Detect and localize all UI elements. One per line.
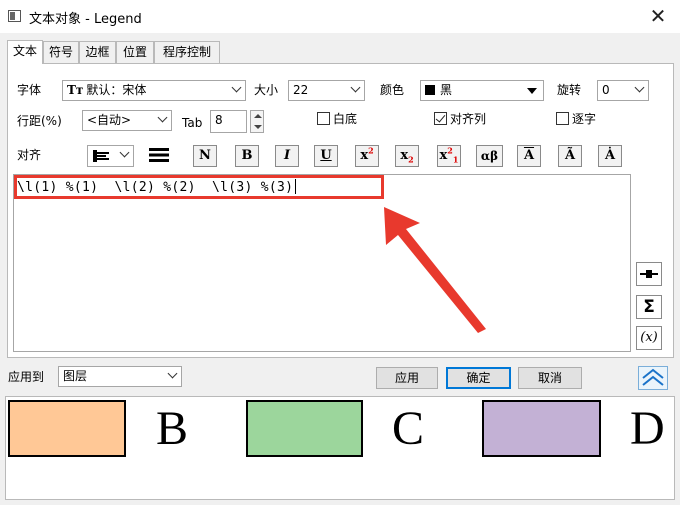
line-symbol-icon [640,270,658,278]
x-glyph: x [400,148,409,163]
chevron-down-icon [231,82,242,93]
window-title: 文本对象 - Legend [29,12,142,27]
underline-button[interactable]: U [314,145,338,167]
arrow-down-icon[interactable] [254,125,262,129]
close-button[interactable]: ✕ [642,2,674,30]
size-value: 22 [293,83,309,97]
tab-stop-value: 8 [215,113,223,127]
tab-programming[interactable]: 程序控制 [154,41,220,63]
checkbox-box[interactable] [556,112,569,125]
highlight-box [14,175,384,199]
lines-icon [149,148,169,162]
checkbox-box[interactable] [434,112,447,125]
tab-position[interactable]: 位置 [116,41,154,63]
line-spacing-value: <自动> [87,113,132,127]
font-value: 默认：宋体 [86,83,147,97]
size-select[interactable]: 22 [288,80,365,101]
collapse-button[interactable] [638,366,668,390]
tab-text[interactable]: 文本 [7,40,43,64]
text-editor[interactable]: \l(1) %(1) \l(2) %(2) \l(3) %(3) [13,174,631,352]
line-spacing-label: 行距(%) [17,114,62,128]
per-char-checkbox[interactable]: 逐字 [556,111,596,127]
legend-label-b: B [156,402,189,455]
font-label: 字体 [17,83,42,97]
tab-stop-input[interactable]: 8 [210,110,247,133]
greek-button[interactable]: αβ [476,145,503,167]
normal-button[interactable]: N [193,145,217,167]
truetype-icon: Tт [67,83,84,97]
color-value: 黑 [440,83,453,97]
size-label: 大小 [254,83,279,97]
chevron-down-icon [350,82,361,93]
font-select[interactable]: Tт 默认：宋体 [62,80,246,101]
rotate-select[interactable]: 0 [597,80,649,101]
subscript-button[interactable]: x2 [395,145,419,167]
apply-to-label: 应用到 [8,370,45,384]
cancel-button[interactable]: 取消 [518,367,582,389]
legend-label-c: C [392,402,425,455]
legend-label-d: D [630,402,665,455]
color-label: 颜色 [380,83,405,97]
italic-button[interactable]: I [275,145,299,167]
double-chevron-up-icon [642,368,664,386]
legend-swatch-d [482,400,601,457]
arrow-up-icon[interactable] [254,114,262,118]
rotate-label: 旋转 [557,83,582,97]
apply-to-select[interactable]: 图层 [58,366,182,387]
chevron-down-icon [157,112,168,123]
chevron-down-icon [119,147,130,158]
ok-button[interactable]: 确定 [446,367,511,389]
tab-border[interactable]: 边框 [79,41,116,63]
line-spacing-select[interactable]: <自动> [82,110,172,131]
insert-symbol-button[interactable] [636,262,662,286]
dot-button[interactable]: Ȧ [598,145,622,167]
color-swatch [425,85,435,95]
white-bg-checkbox[interactable]: 白底 [317,111,357,127]
checkbox-box[interactable] [317,112,330,125]
supsub-button[interactable]: x21 [437,145,461,167]
superscript-button[interactable]: x2 [355,145,379,167]
bar-button[interactable]: A [517,145,541,167]
dropdown-arrow-icon [527,88,537,94]
align-columns-checkbox[interactable]: 对齐列 [434,111,486,127]
app-icon [8,10,21,22]
annotation-arrow-icon [384,207,486,333]
line-spacing-button[interactable] [146,145,172,167]
bold-button[interactable]: B [235,145,259,167]
sigma-button[interactable]: Σ [636,295,662,319]
legend-swatch-c [246,400,363,457]
per-char-label: 逐字 [572,112,597,126]
legend-swatch-b [8,400,126,457]
apply-to-value: 图层 [63,369,88,383]
tab-symbol[interactable]: 符号 [43,41,79,63]
tab-stop-stepper[interactable] [250,110,264,133]
title-bar: 文本对象 - Legend ✕ [0,0,680,33]
white-bg-label: 白底 [333,112,358,126]
rotate-value: 0 [602,83,610,97]
tilde-button[interactable]: Ã [558,145,582,167]
chevron-down-icon [167,368,178,379]
align-left-icon [93,150,109,162]
align-select[interactable] [87,145,134,167]
function-button[interactable]: (x) [636,326,662,350]
color-select[interactable]: 黑 [420,80,544,101]
chevron-down-icon [634,82,645,93]
apply-button[interactable]: 应用 [376,367,438,389]
tab-stop-label: Tab [182,116,203,130]
legend-preview: B C D [5,396,675,500]
x-glyph: x [360,148,369,163]
align-label: 对齐 [17,148,42,162]
align-columns-label: 对齐列 [450,112,487,126]
